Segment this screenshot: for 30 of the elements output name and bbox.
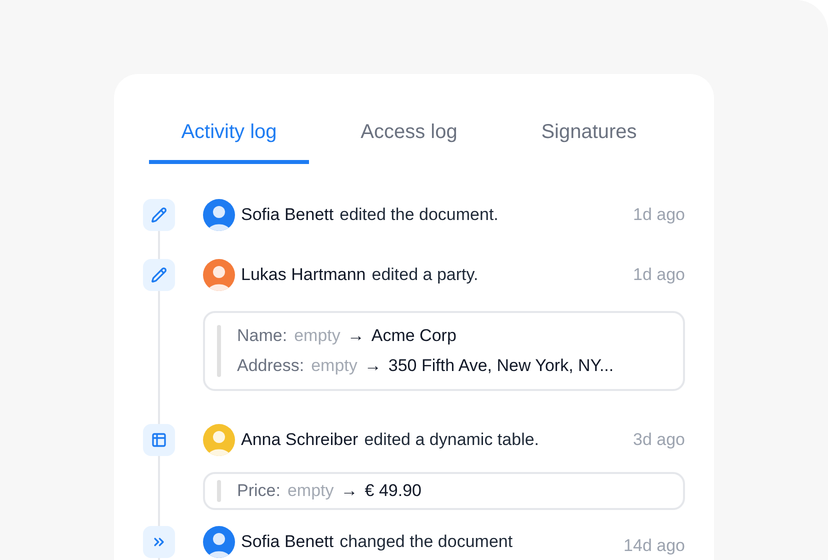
action-text: edited a dynamic table.: [364, 429, 540, 452]
action-text: changed the document: [340, 531, 513, 554]
arrow-glyph: →: [364, 355, 382, 378]
timestamp: 14d ago: [624, 535, 685, 558]
timestamp: 3d ago: [633, 429, 685, 452]
action-text: edited a party.: [372, 264, 478, 286]
tab[interactable]: Access log: [329, 74, 489, 164]
new-value: 350 Fifth Ave, New York, NY...: [388, 355, 614, 378]
field-label: Name:: [237, 325, 288, 348]
old-value: empty: [294, 325, 340, 348]
tab[interactable]: Activity log: [149, 74, 309, 164]
user-name: Anna Schreiber: [241, 429, 358, 452]
timestamp: 1d ago: [633, 264, 685, 286]
new-value: € 49.90: [364, 480, 422, 502]
new-value: Acme Corp: [371, 325, 456, 348]
table-icon: [151, 432, 167, 448]
tab[interactable]: Signatures: [509, 74, 669, 164]
arrow-glyph: →: [347, 325, 364, 348]
timestamp: 1d ago: [633, 204, 685, 226]
user-name: Sofia Benett: [241, 204, 334, 226]
field-label: Address:: [237, 355, 304, 378]
user-name: Sofia Benett: [241, 531, 334, 554]
pencil-icon: [151, 267, 167, 283]
action-text: edited the document.: [340, 204, 498, 226]
old-value: empty: [287, 480, 334, 502]
pencil-icon: [151, 207, 167, 223]
user-name: Lukas Hartmann: [241, 264, 366, 286]
arrow-glyph: →: [340, 480, 358, 502]
old-value: empty: [311, 355, 358, 378]
field-label: Price:: [237, 480, 280, 502]
